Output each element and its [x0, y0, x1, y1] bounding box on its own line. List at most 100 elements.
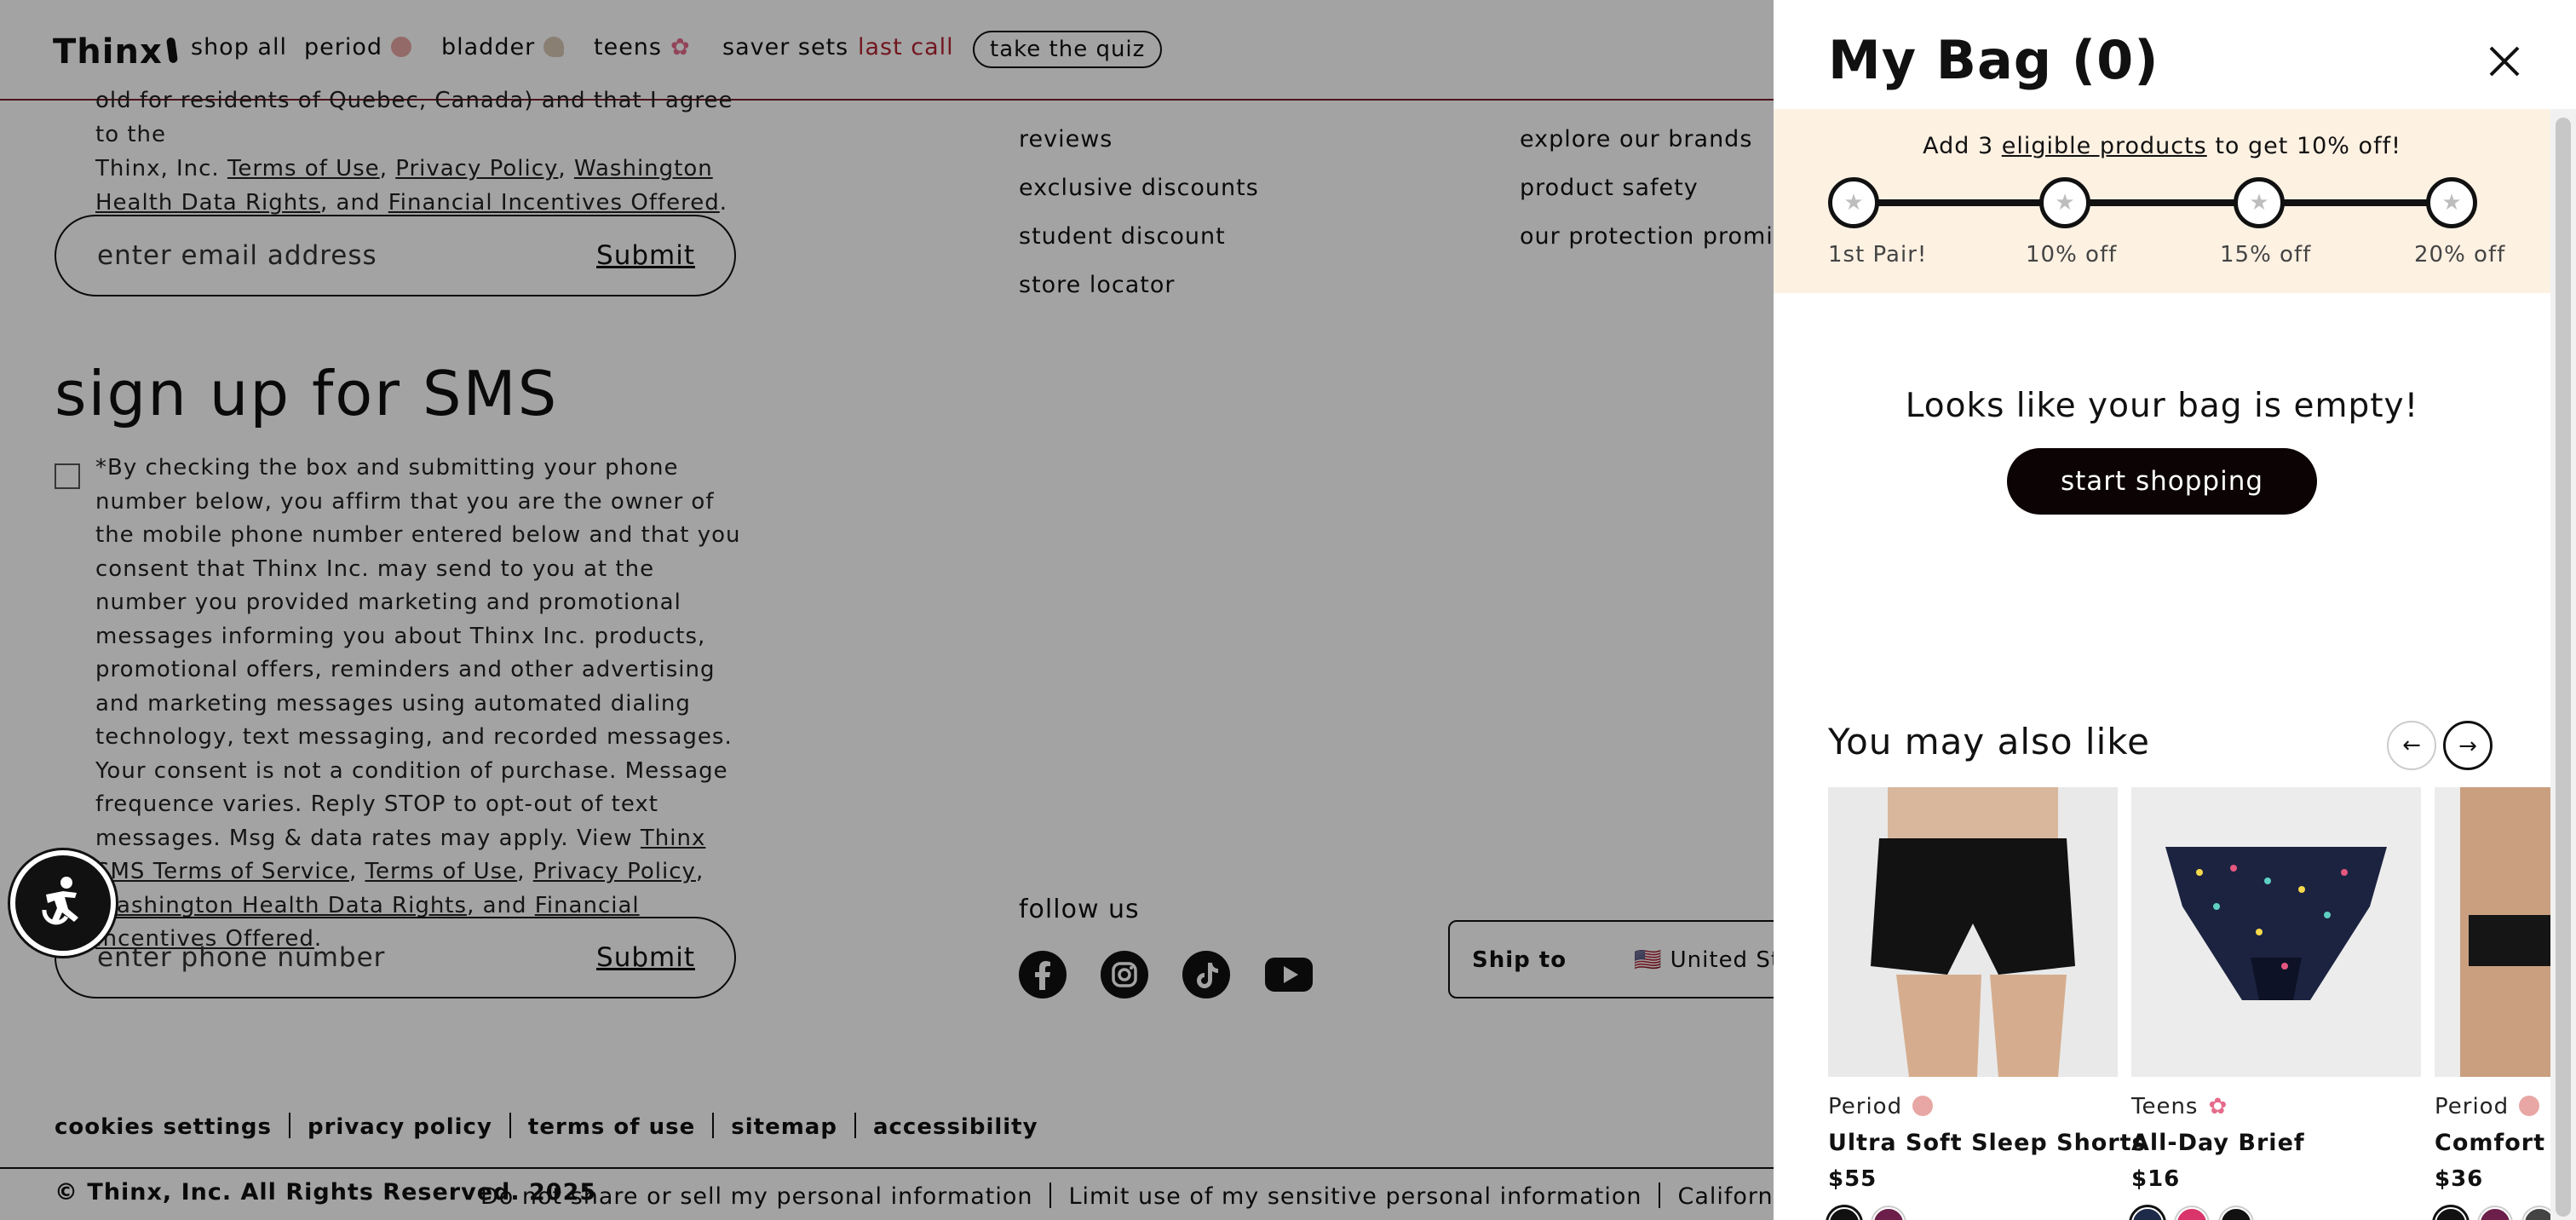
progress-label: 1st Pair!	[1828, 242, 1928, 268]
product-card[interactable]: Period Ultra Soft Sleep Shorts $55	[1828, 787, 2146, 1220]
product-image[interactable]	[2131, 787, 2421, 1077]
product-name[interactable]: All-Day Brief	[2131, 1130, 2421, 1156]
sms-conjunction-text: , and	[467, 892, 527, 918]
progress-label: 10% off	[2026, 242, 2118, 268]
progress-label: 20% off	[2414, 242, 2506, 268]
footer-link-exclusive-discounts[interactable]: exclusive discounts	[1019, 175, 1259, 201]
email-submit-button[interactable]: Submit	[596, 240, 695, 271]
limit-sensitive-info-link[interactable]: Limit use of my sensitive personal infor…	[1068, 1183, 1642, 1210]
sms-consent-body: *By checking the box and submitting your…	[95, 455, 741, 851]
arrow-left-icon: ←	[2402, 733, 2421, 758]
color-swatch[interactable]	[2131, 1207, 2164, 1220]
footer-link-product-safety[interactable]: product safety	[1520, 175, 1699, 201]
do-not-sell-link[interactable]: Do not share or sell my personal informa…	[480, 1183, 1032, 1210]
arrow-right-icon: →	[2458, 734, 2477, 759]
nav-period[interactable]: period	[304, 34, 412, 60]
take-the-quiz-button[interactable]: take the quiz	[973, 31, 1163, 68]
instagram-icon[interactable]	[1101, 951, 1148, 998]
drawer-scrollbar[interactable]	[2550, 109, 2576, 1220]
carousel-next-button[interactable]: →	[2443, 721, 2493, 770]
divider	[288, 1113, 290, 1138]
email-input[interactable]: enter email address	[97, 240, 377, 271]
email-consent-text: old for residents of Quebec, Canada) and…	[95, 83, 743, 220]
footer-link-protection-promise[interactable]: our protection promise	[1520, 223, 1801, 250]
divider	[1049, 1183, 1052, 1208]
color-swatch[interactable]	[2435, 1207, 2467, 1220]
star-icon: ★	[1843, 190, 1864, 216]
color-swatch[interactable]	[1828, 1207, 1860, 1220]
promo-message: Add 3 eligible products to get 10% off!	[1774, 133, 2550, 159]
footer-link-store-locator[interactable]: store locator	[1019, 272, 1176, 298]
phone-signup-field[interactable]: enter phone number Submit	[55, 917, 736, 998]
sleep-shorts-photo	[1828, 787, 2118, 1077]
carousel-prev-button[interactable]: ←	[2387, 721, 2436, 770]
facebook-icon[interactable]	[1019, 951, 1067, 998]
promo-prefix: Add 3	[1923, 133, 1994, 159]
product-image[interactable]	[1828, 787, 2118, 1077]
progress-track	[1850, 199, 2441, 206]
footer-link-explore-brands[interactable]: explore our brands	[1520, 126, 1752, 152]
footer-link-student-discount[interactable]: student discount	[1019, 223, 1226, 250]
youtube-icon[interactable]	[1264, 951, 1314, 998]
color-options	[2131, 1207, 2421, 1220]
sms-privacy-policy-link[interactable]: Privacy Policy	[533, 859, 696, 884]
nav-bladder[interactable]: bladder	[441, 34, 565, 60]
phone-input[interactable]: enter phone number	[97, 942, 385, 973]
cart-drawer: My Bag (0) Add 3 eligible products to ge…	[1774, 0, 2576, 1220]
close-icon[interactable]	[2484, 41, 2525, 82]
footer-link-reviews[interactable]: reviews	[1019, 126, 1113, 152]
conjunction-text: , and	[320, 190, 381, 216]
eligible-products-link[interactable]: eligible products	[2002, 133, 2207, 159]
financial-incentives-link[interactable]: Financial Incentives Offered	[388, 190, 720, 216]
star-icon: ★	[2055, 190, 2075, 216]
sms-washington-link[interactable]: Washington Health Data Rights	[95, 893, 467, 918]
empty-bag-message: Looks like your bag is empty!	[1905, 387, 2419, 425]
color-swatch[interactable]	[2479, 1207, 2511, 1220]
tiktok-icon[interactable]	[1182, 951, 1230, 998]
terms-of-use-footer-link[interactable]: terms of use	[528, 1114, 695, 1140]
terms-of-use-link[interactable]: Terms of Use	[227, 156, 380, 181]
nav-shop-all[interactable]: shop all	[191, 34, 287, 60]
nav-saver-sets[interactable]: saver sets	[722, 34, 848, 60]
logo-mark-icon	[165, 37, 178, 64]
period-swatch-icon	[2519, 1096, 2540, 1116]
color-swatch[interactable]	[1872, 1207, 1905, 1220]
cart-title: My Bag (0)	[1828, 29, 2159, 91]
star-icon: ★	[2249, 190, 2269, 216]
consent-company: Thinx, Inc.	[95, 156, 220, 181]
accessibility-widget-button[interactable]	[10, 850, 116, 956]
brief-photo	[2131, 787, 2421, 1077]
nav-teens[interactable]: teens ✿	[594, 34, 691, 60]
scrollbar-thumb[interactable]	[2556, 118, 2571, 1217]
progress-label: 15% off	[2220, 242, 2312, 268]
teens-flower-icon: ✿	[670, 34, 691, 60]
accessibility-link[interactable]: accessibility	[873, 1114, 1038, 1140]
teens-flower-icon: ✿	[2208, 1094, 2228, 1119]
product-name[interactable]: Ultra Soft Sleep Shorts	[1828, 1130, 2146, 1156]
promo-suffix: to get 10% off!	[2215, 133, 2401, 159]
follow-us-heading: follow us	[1019, 895, 1140, 924]
period-swatch-icon	[391, 37, 412, 57]
privacy-policy-link[interactable]: Privacy Policy	[395, 156, 558, 181]
product-price: $16	[2131, 1166, 2181, 1192]
thinx-logo[interactable]: Thinx	[53, 32, 178, 72]
sitemap-link[interactable]: sitemap	[731, 1114, 837, 1140]
sms-consent-text: *By checking the box and submitting your…	[95, 455, 741, 952]
sms-terms-of-use-link[interactable]: Terms of Use	[365, 859, 517, 884]
phone-submit-button[interactable]: Submit	[596, 942, 695, 973]
start-shopping-button[interactable]: start shopping	[2007, 448, 2317, 515]
product-price: $55	[1828, 1166, 1877, 1192]
product-card[interactable]: Teens ✿ All-Day Brief $16	[2131, 787, 2421, 1220]
accessibility-icon	[42, 877, 78, 925]
email-signup-field[interactable]: enter email address Submit	[55, 215, 736, 296]
progress-step-4: ★	[2426, 177, 2477, 228]
cookies-settings-link[interactable]: cookies settings	[55, 1114, 272, 1140]
sms-signup-heading: sign up for SMS	[55, 358, 559, 429]
sms-consent-checkbox[interactable]	[55, 463, 80, 489]
divider	[712, 1113, 715, 1138]
nav-last-call[interactable]: last call	[858, 34, 954, 60]
color-swatch[interactable]	[2220, 1207, 2252, 1220]
ship-to-selector[interactable]: Ship to 🇺🇸 United States	[1448, 920, 1831, 998]
color-swatch[interactable]	[2176, 1207, 2208, 1220]
privacy-policy-footer-link[interactable]: privacy policy	[308, 1114, 492, 1140]
